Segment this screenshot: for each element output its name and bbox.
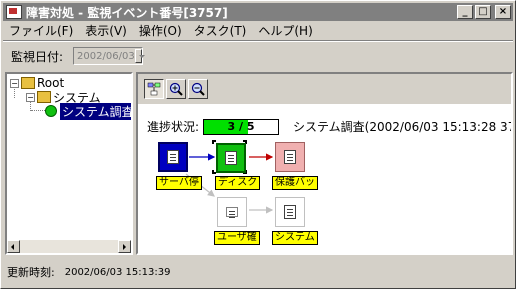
scroll-right-icon[interactable] <box>118 240 131 253</box>
flow-node-protection[interactable] <box>275 142 305 172</box>
update-time-value: 2002/06/03 15:13:39 <box>64 266 171 278</box>
menu-divider <box>3 40 513 42</box>
document-icon <box>167 150 179 164</box>
tree-leaf-label: システム調査 <box>60 102 131 120</box>
flow-node-label: サーバ停 <box>156 176 202 190</box>
maximize-button[interactable]: □ <box>475 5 491 19</box>
menu-bar: ファイル(F) 表示(V) 操作(O) タスク(T) ヘルプ(H) <box>3 22 513 39</box>
tree-panel[interactable]: − Root − システム システム調査 <box>5 72 133 255</box>
date-value: 2002/06/03 <box>77 50 135 62</box>
tree-connector <box>31 110 45 111</box>
date-row: 監視日付: 2002/06/03 <box>11 45 146 67</box>
flow-node-user-confirm[interactable] <box>217 197 247 227</box>
status-ok-icon <box>45 105 57 117</box>
flow-node-disk[interactable] <box>216 143 246 173</box>
app-icon <box>6 5 22 19</box>
flow-node-label: ユーザ確 <box>214 231 260 245</box>
date-select[interactable]: 2002/06/03 <box>73 47 146 65</box>
update-time-label: 更新時刻: <box>7 266 55 279</box>
window-icon <box>226 207 238 217</box>
tree-node-system-investigation[interactable]: システム調査 <box>45 102 131 120</box>
main-window: 障害対処 - 監視イベント番号[3757] _ □ × ファイル(F) 表示(V… <box>0 0 516 289</box>
close-button[interactable]: × <box>495 5 511 19</box>
status-bar: 更新時刻: 2002/06/03 15:13:39 <box>7 264 170 280</box>
minimize-button[interactable]: _ <box>457 5 473 19</box>
flow-diagram <box>185 140 274 214</box>
title-bar[interactable]: 障害対処 - 監視イベント番号[3757] _ □ × <box>3 3 513 21</box>
detail-panel: 進捗状況: 3 / 5 システム調査(2002/06/03 15:13:28 3… <box>136 72 513 255</box>
flow-node-server[interactable] <box>158 142 188 172</box>
document-icon <box>284 150 296 164</box>
document-icon <box>284 205 296 219</box>
document-icon <box>225 151 237 165</box>
menu-operation[interactable]: 操作(O) <box>133 22 188 39</box>
window-controls: _ □ × <box>457 5 511 19</box>
scroll-track[interactable] <box>20 240 118 253</box>
menu-task[interactable]: タスク(T) <box>188 22 253 39</box>
flow-node-label: ディスク <box>215 176 261 190</box>
window-title: 障害対処 - 監視イベント番号[3757] <box>26 5 228 20</box>
chevron-down-icon[interactable] <box>134 49 146 63</box>
folder-icon <box>37 91 51 103</box>
menu-file[interactable]: ファイル(F) <box>3 22 79 39</box>
flow-node-label: システム <box>272 231 318 245</box>
menu-help[interactable]: ヘルプ(H) <box>252 22 318 39</box>
date-label: 監視日付: <box>11 49 64 64</box>
menu-view[interactable]: 表示(V) <box>79 22 133 39</box>
horizontal-scrollbar[interactable] <box>7 240 131 253</box>
scroll-left-icon[interactable] <box>7 240 20 253</box>
flow-node-label: 保護バッ <box>272 176 318 190</box>
collapse-icon[interactable]: − <box>10 78 19 88</box>
flow-node-system[interactable] <box>275 197 305 227</box>
folder-icon <box>21 77 35 89</box>
collapse-icon[interactable]: − <box>26 92 35 102</box>
